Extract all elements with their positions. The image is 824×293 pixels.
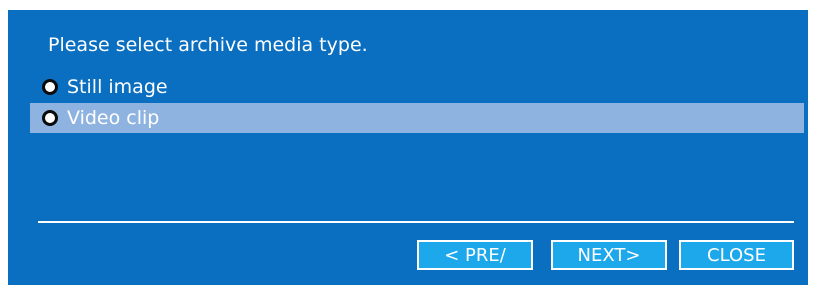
option-label: Video clip [67, 107, 160, 129]
previous-button[interactable]: < PRE/ [417, 240, 533, 270]
archive-media-type-dialog: Please select archive media type. Still … [8, 10, 808, 285]
close-button[interactable]: CLOSE [679, 240, 794, 270]
radio-icon[interactable] [42, 110, 58, 126]
option-video-clip[interactable]: Video clip [30, 103, 804, 133]
radio-icon[interactable] [42, 79, 58, 95]
option-label: Still image [67, 76, 168, 98]
divider [38, 221, 794, 223]
dialog-prompt: Please select archive media type. [48, 34, 368, 56]
option-still-image[interactable]: Still image [30, 72, 804, 102]
next-button[interactable]: NEXT> [551, 240, 667, 270]
